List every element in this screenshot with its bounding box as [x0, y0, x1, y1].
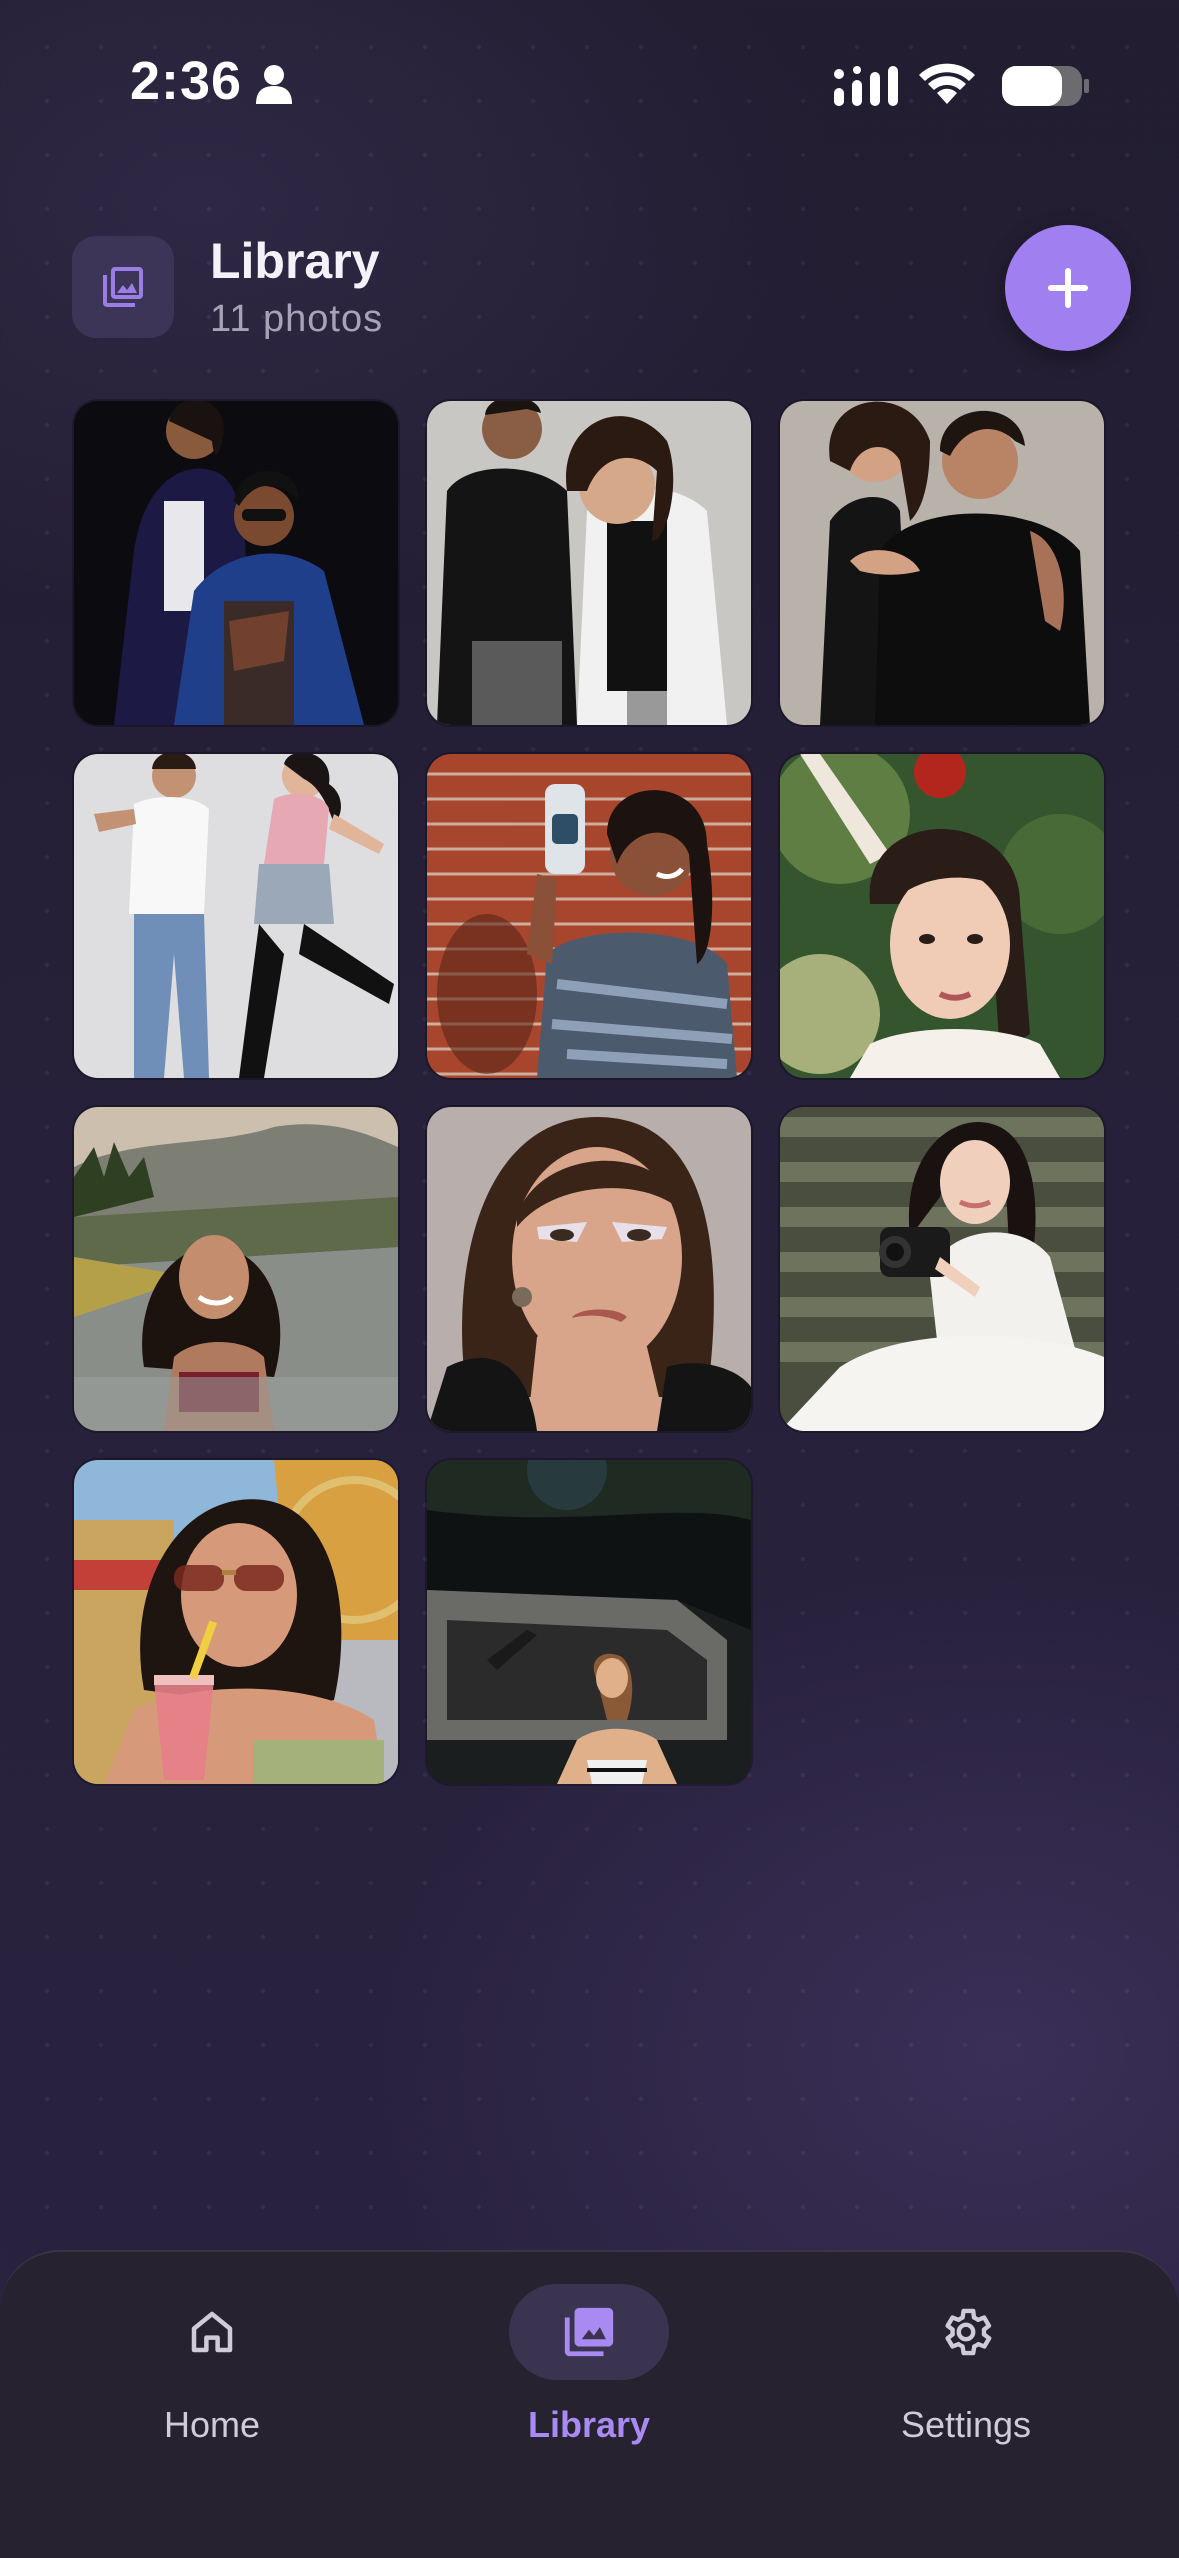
photo-woman-night-street [427, 1460, 751, 1784]
nav-label-home: Home [163, 2404, 261, 2445]
nav-item-home[interactable]: Home [62, 2252, 362, 2472]
status-bar: 2:36 [0, 0, 1179, 150]
photo-woman-glam-makeup [427, 1107, 751, 1431]
nav-home-icon-wrap [132, 2284, 292, 2380]
photo-tile[interactable] [74, 1107, 398, 1431]
battery-icon [1002, 66, 1089, 106]
photo-tile[interactable] [427, 1460, 751, 1784]
photo-tile[interactable] [427, 1107, 751, 1431]
photo-tile[interactable] [74, 754, 398, 1078]
nav-item-settings[interactable]: Settings [816, 2252, 1116, 2472]
signal-icon [834, 66, 898, 106]
photo-woman-drink-fair [74, 1460, 398, 1784]
photo-woman-apple-head [780, 754, 1104, 1078]
photo-tile[interactable] [74, 401, 398, 725]
photo-tile[interactable] [780, 1107, 1104, 1431]
photo-library-icon [103, 267, 143, 307]
add-photo-button[interactable] [1005, 225, 1131, 351]
photo-couple-black-white [427, 401, 751, 725]
nav-label-settings: Settings [900, 2404, 1032, 2445]
wifi-icon [919, 63, 975, 104]
bottom-nav: Home Library Settings [0, 2250, 1179, 2558]
photo-woman-camera-stairs [780, 1107, 1104, 1431]
photo-couple-embrace [780, 401, 1104, 725]
person-icon [256, 65, 292, 104]
page-title: Library [210, 233, 380, 289]
nav-library-icon-wrap [509, 2284, 669, 2380]
photo-tile[interactable] [780, 401, 1104, 725]
status-time: 2:36 [130, 51, 243, 111]
photo-count: 11 photos [210, 298, 384, 340]
home-icon [191, 2311, 233, 2353]
library-header-icon-box [72, 236, 174, 338]
photo-tile[interactable] [427, 401, 751, 725]
photo-woman-infinity-pool [74, 1107, 398, 1431]
photo-tile[interactable] [780, 754, 1104, 1078]
nav-settings-icon-wrap [886, 2284, 1046, 2380]
photo-tile[interactable] [74, 1460, 398, 1784]
gear-icon [945, 2308, 992, 2356]
photo-couple-dancing [74, 754, 398, 1078]
photo-tile[interactable] [427, 754, 751, 1078]
photo-library-icon [564, 2307, 614, 2357]
plus-icon [1048, 268, 1088, 308]
nav-item-library[interactable]: Library [439, 2252, 739, 2472]
photo-couple-dark-studio [74, 401, 398, 725]
nav-label-library: Library [527, 2404, 651, 2445]
photo-woman-selfie-brick [427, 754, 751, 1078]
